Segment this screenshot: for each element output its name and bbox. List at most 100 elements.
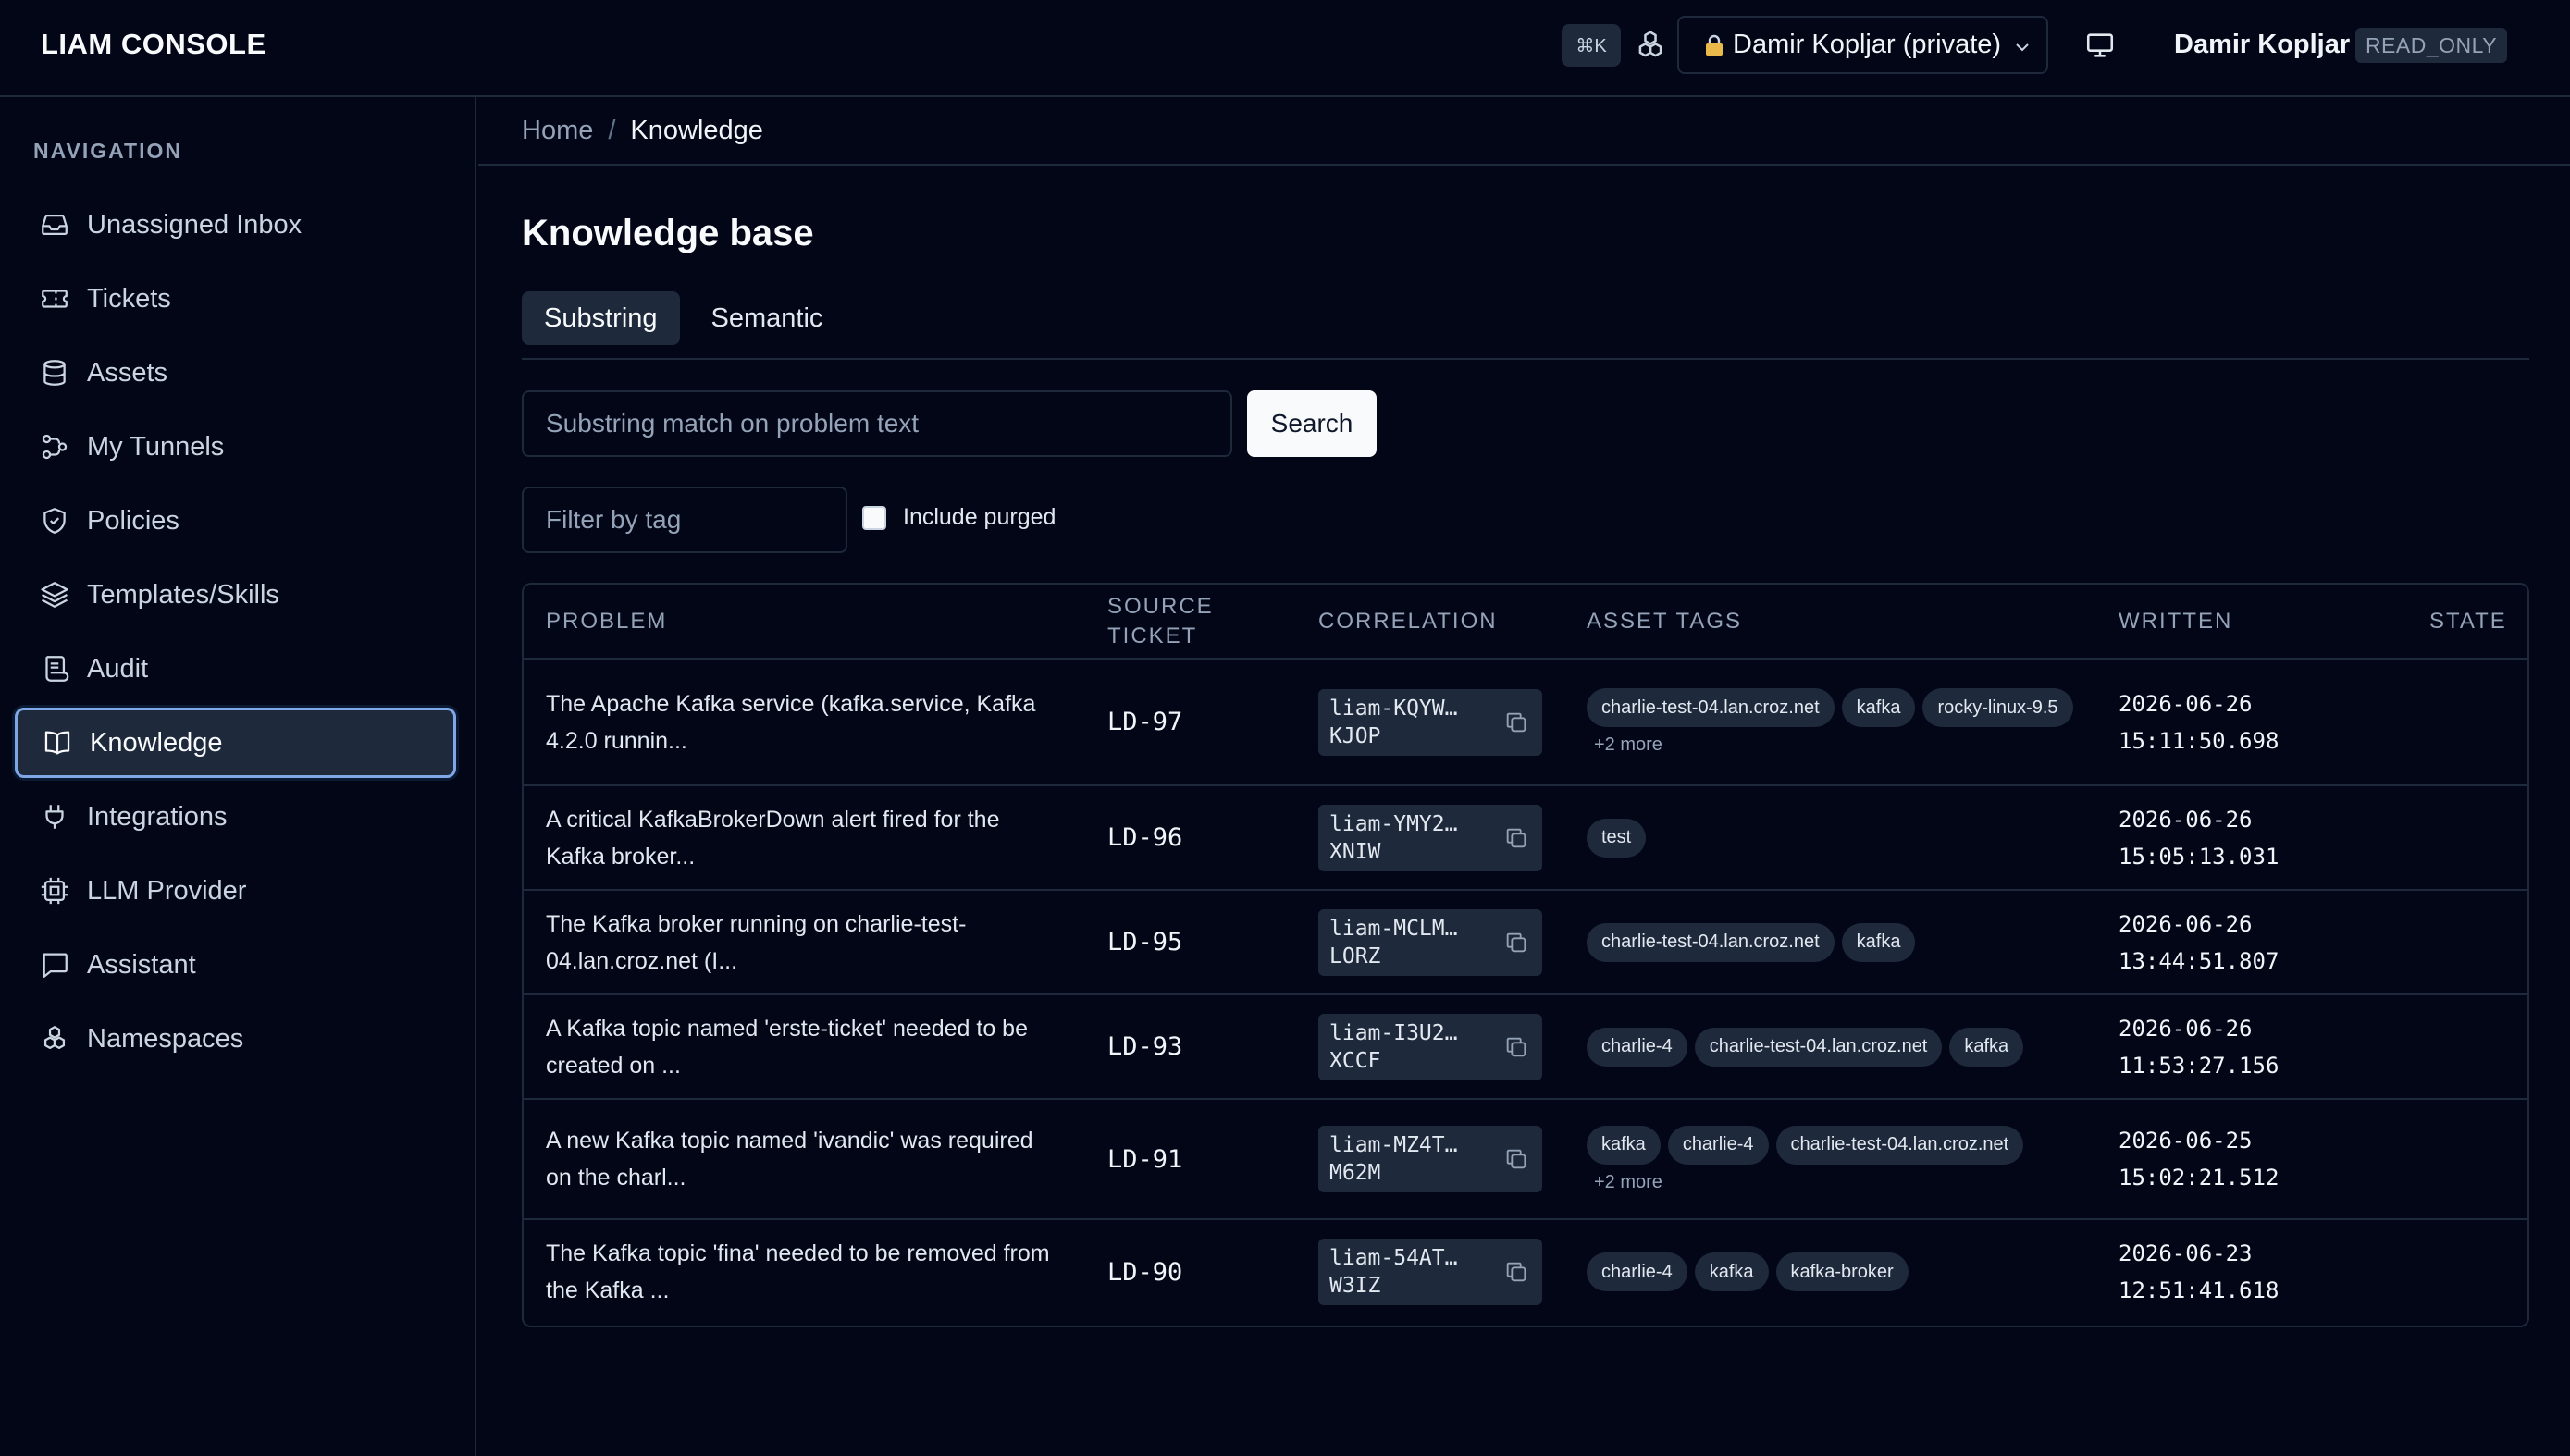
more-tags-link[interactable]: +2 more <box>1587 1172 1670 1193</box>
sidebar-item-tickets[interactable]: Tickets <box>15 264 456 334</box>
table-row[interactable]: The Kafka broker running on charlie-test… <box>524 890 2527 995</box>
correlation-cell: liam-YMY2… XNIW <box>1296 785 1564 891</box>
asset-tag[interactable]: charlie-test-04.lan.croz.net <box>1694 1027 1943 1067</box>
sidebar: NAVIGATION Unassigned Inbox Tickets Asse… <box>0 97 476 1456</box>
sidebar-item-my-tunnels[interactable]: My Tunnels <box>15 412 456 482</box>
problem-cell[interactable]: A new Kafka topic named 'ivandic' was re… <box>524 1099 1085 1220</box>
copy-icon[interactable] <box>1503 1146 1529 1172</box>
command-palette-shortcut[interactable]: ⌘K <box>1562 24 1621 67</box>
sidebar-item-label: Policies <box>87 505 179 536</box>
source-ticket-link[interactable]: LD-97 <box>1085 659 1296 786</box>
sidebar-item-integrations[interactable]: Integrations <box>15 782 456 852</box>
source-ticket-link[interactable]: LD-95 <box>1085 890 1296 995</box>
sidebar-item-label: Templates/Skills <box>87 579 279 610</box>
sidebar-item-label: LLM Provider <box>87 875 247 906</box>
written-time: 15:02:21.512 <box>2119 1165 2280 1191</box>
copy-icon[interactable] <box>1503 1259 1529 1285</box>
lock-icon <box>1703 33 1725 57</box>
asset-tag[interactable]: charlie-test-04.lan.croz.net <box>1775 1125 2024 1165</box>
problem-cell[interactable]: A critical KafkaBrokerDown alert fired f… <box>524 785 1085 891</box>
search-mode-tabs: Substring Semantic <box>522 291 845 345</box>
state-cell <box>2407 994 2527 1100</box>
sidebar-item-unassigned-inbox[interactable]: Unassigned Inbox <box>15 190 456 260</box>
layers-icon <box>39 579 70 611</box>
written-date: 2026-06-25 <box>2119 1128 2253 1154</box>
written-date: 2026-06-26 <box>2119 806 2253 833</box>
written-cell: 2026-06-26 11:53:27.156 <box>2096 994 2407 1100</box>
source-ticket-link[interactable]: LD-96 <box>1085 785 1296 891</box>
sidebar-item-label: Audit <box>87 653 149 684</box>
source-ticket-link[interactable]: LD-93 <box>1085 994 1296 1100</box>
correlation-cell: liam-MCLM… LORZ <box>1296 890 1564 995</box>
source-ticket-link[interactable]: LD-90 <box>1085 1219 1296 1324</box>
asset-tag[interactable]: kafka <box>1587 1125 1661 1165</box>
tabs-divider <box>522 358 2529 360</box>
asset-tag[interactable]: charlie-test-04.lan.croz.net <box>1587 688 1835 727</box>
sidebar-item-label: Assets <box>87 357 168 388</box>
asset-tag[interactable]: charlie-test-04.lan.croz.net <box>1587 922 1835 962</box>
source-ticket-link[interactable]: LD-91 <box>1085 1099 1296 1220</box>
table-row[interactable]: A critical KafkaBrokerDown alert fired f… <box>524 785 2527 891</box>
correlation-cell: liam-I3U2… XCCF <box>1296 994 1564 1100</box>
problem-cell[interactable]: A Kafka topic named 'erste-ticket' neede… <box>524 994 1085 1100</box>
app-logo[interactable]: LIAM CONSOLE <box>41 28 266 61</box>
sidebar-item-namespaces[interactable]: Namespaces <box>15 1004 456 1074</box>
asset-tag[interactable]: rocky-linux-9.5 <box>1922 688 2073 727</box>
sidebar-title: NAVIGATION <box>33 139 182 163</box>
more-tags-link[interactable]: +2 more <box>1587 734 1670 756</box>
problem-cell[interactable]: The Kafka topic 'fina' needed to be remo… <box>524 1219 1085 1324</box>
sidebar-item-assets[interactable]: Assets <box>15 338 456 408</box>
asset-tag[interactable]: kafka <box>1841 688 1916 727</box>
asset-tag[interactable]: kafka <box>1841 922 1916 962</box>
sidebar-item-label: Unassigned Inbox <box>87 209 303 240</box>
include-purged-option[interactable]: Include purged <box>862 504 1056 531</box>
correlation-id: liam-MCLM… LORZ <box>1318 908 1542 976</box>
asset-tag[interactable]: kafka <box>1694 1252 1769 1291</box>
sidebar-item-knowledge[interactable]: Knowledge <box>15 708 456 778</box>
asset-tag[interactable]: charlie-4 <box>1587 1252 1687 1291</box>
copy-icon[interactable] <box>1503 1034 1529 1060</box>
column-header-state: STATE <box>2407 585 2527 660</box>
written-time: 15:05:13.031 <box>2119 843 2280 870</box>
monitor-icon[interactable] <box>2083 30 2117 61</box>
tab-semantic[interactable]: Semantic <box>689 291 846 345</box>
problem-cell[interactable]: The Kafka broker running on charlie-test… <box>524 890 1085 995</box>
include-purged-checkbox[interactable] <box>862 505 886 530</box>
boxes-icon[interactable] <box>1633 28 1668 63</box>
sidebar-item-policies[interactable]: Policies <box>15 486 456 556</box>
asset-tag[interactable]: kafka-broker <box>1775 1252 1909 1291</box>
correlation-cell: liam-54AT… W3IZ <box>1296 1219 1564 1324</box>
breadcrumb-home[interactable]: Home <box>522 116 593 146</box>
search-button[interactable]: Search <box>1247 390 1377 457</box>
column-header-source-ticket: SOURCE TICKET <box>1085 585 1296 660</box>
top-bar: LIAM CONSOLE ⌘K Damir Kopljar (private) … <box>0 0 2570 97</box>
sidebar-item-audit[interactable]: Audit <box>15 634 456 704</box>
written-cell: 2026-06-26 13:44:51.807 <box>2096 890 2407 995</box>
table-row[interactable]: A Kafka topic named 'erste-ticket' neede… <box>524 994 2527 1100</box>
sidebar-item-templates-skills[interactable]: Templates/Skills <box>15 560 456 630</box>
include-purged-label: Include purged <box>903 504 1056 530</box>
sidebar-item-llm-provider[interactable]: LLM Provider <box>15 856 456 926</box>
problem-cell[interactable]: The Apache Kafka service (kafka.service,… <box>524 659 1085 786</box>
tab-substring[interactable]: Substring <box>522 291 680 345</box>
tag-filter-input[interactable] <box>522 487 847 553</box>
search-input[interactable] <box>522 390 1232 457</box>
copy-icon[interactable] <box>1503 930 1529 956</box>
written-cell: 2026-06-26 15:11:50.698 <box>2096 659 2407 786</box>
asset-tag[interactable]: kafka <box>1949 1027 2024 1067</box>
written-date: 2026-06-26 <box>2119 1015 2253 1042</box>
table-row[interactable]: The Apache Kafka service (kafka.service,… <box>524 659 2527 786</box>
role-badge: READ_ONLY <box>2355 28 2507 63</box>
copy-icon[interactable] <box>1503 825 1529 851</box>
asset-tags-cell: charlie-4 kafka kafka-broker <box>1564 1219 2096 1324</box>
asset-tag[interactable]: charlie-4 <box>1587 1027 1687 1067</box>
asset-tag[interactable]: test <box>1587 818 1647 858</box>
copy-icon[interactable] <box>1503 709 1529 735</box>
table-row[interactable]: The Kafka topic 'fina' needed to be remo… <box>524 1219 2527 1324</box>
sidebar-item-assistant[interactable]: Assistant <box>15 930 456 1000</box>
table-row[interactable]: A new Kafka topic named 'ivandic' was re… <box>524 1099 2527 1220</box>
asset-tag[interactable]: charlie-4 <box>1667 1125 1769 1165</box>
user-name[interactable]: Damir Kopljar <box>2174 30 2350 60</box>
namespace-select[interactable]: Damir Kopljar (private) <box>1677 16 2048 74</box>
sidebar-item-label: Knowledge <box>90 727 223 758</box>
